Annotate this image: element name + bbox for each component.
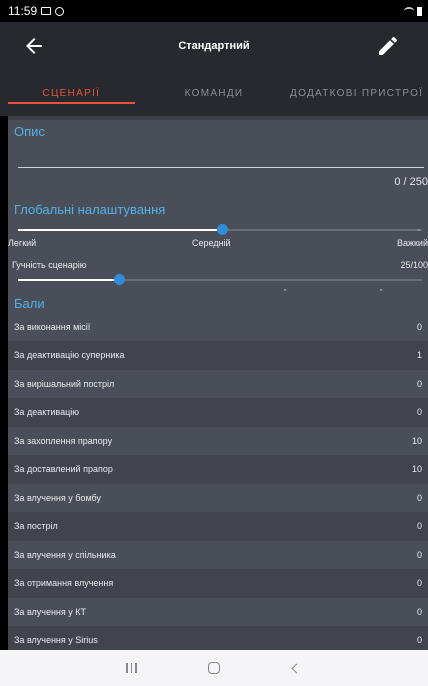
slider-tick	[418, 229, 420, 231]
points-row-label: За деактивацію суперника	[14, 350, 125, 360]
points-row[interactable]: За виконання місії 0	[8, 312, 428, 341]
section-divider	[8, 116, 428, 120]
edit-pencil-icon[interactable]	[376, 34, 400, 58]
volume-label: Гучність сценарію	[12, 260, 87, 270]
points-row-label: За влучення у бомбу	[14, 492, 101, 503]
points-row[interactable]: За постріл 0	[8, 511, 428, 541]
difficulty-label-easy: Легкий	[8, 238, 37, 248]
points-row[interactable]: За влучення у Sirius 0	[8, 625, 428, 650]
points-row-value: 1	[416, 350, 422, 360]
points-title: Бали	[14, 296, 45, 311]
points-row-value: 10	[411, 435, 422, 446]
tab-teams[interactable]: КОМАНДИ	[143, 70, 286, 116]
page-title: Стандартний	[178, 40, 250, 52]
volume-slider-thumb[interactable]	[114, 274, 125, 285]
volume-slider-fill	[18, 279, 119, 281]
app-bar: Стандартний	[0, 22, 428, 70]
points-row-label: За виконання місії	[14, 321, 91, 332]
global-settings-title: Глобальні налаштування	[14, 202, 166, 217]
back-button[interactable]	[282, 653, 312, 683]
points-row-value: 0	[416, 492, 422, 503]
difficulty-slider-thumb[interactable]	[217, 224, 228, 235]
points-row[interactable]: За деактивацію 0	[8, 397, 428, 427]
edit-pencil-svg	[379, 36, 398, 55]
points-row-label: За влучення у спільника	[14, 549, 116, 560]
points-row-label: За доставлений прапор	[14, 464, 113, 474]
scenario-content: Опис 0 / 250 Глобальні налаштування Легк…	[8, 116, 428, 650]
wifi-icon	[404, 7, 414, 15]
phone-screen: 11:59 Стандартний СЦЕНАРІЇ КОМАНДИ ДОДАТ…	[0, 0, 428, 686]
points-row-value: 0	[416, 378, 422, 389]
back-arrow-icon[interactable]	[22, 34, 46, 58]
battery-icon	[417, 6, 422, 16]
status-left: 11:59	[8, 4, 65, 18]
points-row[interactable]: За влучення у КТ 0	[8, 597, 428, 626]
points-row[interactable]: За влучення у спільника 0	[8, 540, 428, 569]
at-icon	[55, 6, 65, 16]
points-row-label: За захоплення прапору	[14, 435, 113, 446]
points-row-label: За отримання влучення	[14, 578, 114, 588]
description-input[interactable]	[18, 167, 424, 168]
back-chevron-icon	[291, 663, 302, 673]
tab-bar: СЦЕНАРІЇ КОМАНДИ ДОДАТКОВІ ПРИСТРОЇ	[0, 70, 428, 116]
difficulty-label-hard: Важкий	[396, 238, 428, 248]
status-time: 11:59	[8, 4, 38, 18]
difficulty-slider-fill	[18, 229, 222, 231]
status-right	[404, 6, 422, 16]
status-bar: 11:59	[0, 0, 428, 22]
points-row-value: 0	[416, 321, 422, 332]
points-row-label: За влучення у Sirius	[14, 635, 98, 645]
points-row[interactable]: За деактивацію суперника 1	[8, 340, 428, 370]
points-row-label: За деактивацію	[14, 407, 79, 417]
recents-icon	[126, 663, 137, 673]
back-arrow-svg	[26, 38, 42, 54]
points-row-value: 0	[416, 578, 422, 588]
points-row-value: 0	[416, 549, 422, 560]
volume-value: 25/100	[400, 260, 428, 270]
points-row[interactable]: За доставлений прапор 10	[8, 454, 428, 484]
points-row[interactable]: За отримання влучення 0	[8, 568, 428, 598]
points-row-value: 0	[416, 635, 422, 645]
points-row-value: 0	[416, 407, 422, 417]
home-icon	[207, 662, 220, 674]
points-row-value: 0	[416, 606, 422, 617]
tab-scenarios[interactable]: СЦЕНАРІЇ	[0, 70, 143, 116]
points-row-label: За постріл	[14, 521, 58, 531]
points-row-value: 0	[416, 521, 422, 531]
tab-additional-devices[interactable]: ДОДАТКОВІ ПРИСТРОЇ	[285, 70, 428, 116]
points-row-value: 10	[411, 464, 422, 474]
points-row[interactable]: За вирішальний постріл 0	[8, 369, 428, 398]
gallery-icon	[41, 7, 52, 15]
recents-button[interactable]	[116, 653, 146, 683]
difficulty-label-medium: Середній	[192, 238, 231, 248]
slider-tick	[380, 289, 382, 291]
points-row-label: За влучення у КТ	[14, 606, 87, 617]
points-row-label: За вирішальний постріл	[14, 378, 115, 389]
description-title: Опис	[14, 124, 45, 139]
slider-tick	[284, 289, 286, 291]
points-row[interactable]: За захоплення прапору 10	[8, 426, 428, 455]
description-counter: 0 / 250	[394, 176, 428, 188]
points-row[interactable]: За влучення у бомбу 0	[8, 483, 428, 512]
home-button[interactable]	[199, 653, 229, 683]
system-nav-bar	[0, 650, 428, 686]
